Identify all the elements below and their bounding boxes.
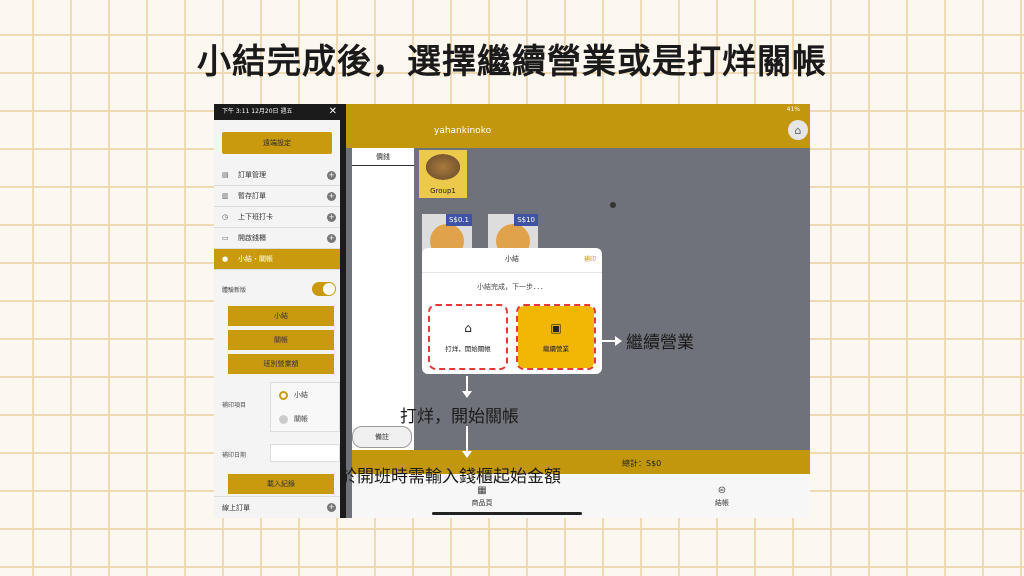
clock-icon: ◷ <box>222 213 229 221</box>
info-icon: ● <box>222 255 229 263</box>
reprint-date-row: 補印日期 <box>214 440 340 468</box>
total-label: 總計：S$0 <box>622 459 662 468</box>
annotation-cash-note: 於開班時需輸入錢櫃起始金額 <box>340 467 561 487</box>
remote-settings-button[interactable]: 遠端設定 <box>222 132 332 154</box>
battery-status: 41% <box>786 106 800 113</box>
reprint-link[interactable]: 補印 <box>584 254 596 263</box>
drawer-icon: ▭ <box>222 234 229 242</box>
menu-item-label: 暫存訂單 <box>238 192 266 200</box>
menu-item-label: 小結・關帳 <box>238 255 273 263</box>
annotation-continue: 繼續營業 <box>626 333 694 353</box>
menu-item-saved-orders[interactable]: ▥ 暫存訂單 + <box>214 186 340 207</box>
radio-label: 小結 <box>294 391 308 399</box>
load-records-button[interactable]: 載入紀錄 <box>228 474 334 494</box>
summary-button[interactable]: 小結 <box>228 306 334 326</box>
tab-label: 商品頁 <box>471 498 493 507</box>
app-title: yahankinoko <box>434 126 492 136</box>
new-version-toggle[interactable] <box>312 282 336 296</box>
new-version-row: 體驗新版 <box>214 276 340 302</box>
note-button[interactable]: 備註 <box>352 426 412 448</box>
drawer-status-bar: 下午 3:11 12月20日 週五 ✕ <box>214 104 340 120</box>
toggle-label: 體驗新版 <box>222 286 247 294</box>
tab-checkout[interactable]: ⊜ 結帳 <box>652 474 792 518</box>
menu-item-clock-in[interactable]: ◷ 上下班打卡 + <box>214 207 340 228</box>
drawer-menu: ▤ 訂單管理 + ▥ 暫存訂單 + ◷ 上下班打卡 + ▭ 開啟錢櫃 + ● 小 <box>214 165 340 270</box>
clipboard-icon: ▥ <box>222 192 229 200</box>
radio-close[interactable]: 關帳 <box>271 407 339 431</box>
group-tile[interactable]: Group1 <box>419 150 467 198</box>
modal-subtitle: 小結完成，下一步．．． <box>477 283 547 291</box>
arrow-down-icon <box>462 376 472 398</box>
menu-item-online-orders[interactable]: 線上訂單 + <box>214 496 340 518</box>
plus-icon[interactable]: + <box>327 233 336 243</box>
plus-icon[interactable]: + <box>327 170 336 180</box>
cursor-dot <box>610 202 616 208</box>
group-label: Group1 <box>430 187 456 195</box>
register-icon: ⊜ <box>717 484 727 496</box>
menu-item-summary[interactable]: ● 小結・關帳 <box>214 249 340 270</box>
arrow-down-icon <box>462 426 472 458</box>
menu-item-label: 線上訂單 <box>222 503 250 512</box>
radio-unselected-icon <box>279 414 288 424</box>
price-tag: S$10 <box>514 214 538 226</box>
ipad-screen: 41% yahankinoko ⌂ 價錢 備註 Group1 S$0.1 S$1… <box>214 104 810 518</box>
plus-icon[interactable]: + <box>327 212 336 222</box>
reprint-section: 補印項目 小結 關帳 <box>214 380 340 436</box>
annotation-close: 打烊，開始關帳 <box>400 407 519 427</box>
price-tag: S$0.1 <box>445 214 472 226</box>
inbox-icon: ▤ <box>222 171 229 179</box>
home-icon[interactable]: ⌂ <box>788 120 808 140</box>
tab-label: 結帳 <box>715 498 729 507</box>
modal-divider <box>422 272 602 273</box>
radio-selected-icon <box>279 390 288 400</box>
highlight-close-shift <box>428 304 508 370</box>
summary-modal: 小結 補印 小結完成，下一步．．． ⌂ 打烊，開始關帳 ▣ 繼續營業 <box>422 248 602 374</box>
menu-item-label: 訂單管理 <box>238 171 266 179</box>
burger-image <box>423 152 463 182</box>
date-label: 補印日期 <box>222 452 247 459</box>
menu-item-open-drawer[interactable]: ▭ 開啟錢櫃 + <box>214 228 340 249</box>
price-column-header: 價錢 <box>352 148 414 166</box>
date-input[interactable] <box>270 444 340 462</box>
slide-title: 小結完成後，選擇繼續營業或是打烊關帳 <box>197 42 827 82</box>
menu-item-label: 上下班打卡 <box>238 213 273 221</box>
close-icon[interactable]: ✕ <box>329 106 337 117</box>
plus-icon[interactable]: + <box>327 191 336 201</box>
reprint-options: 小結 關帳 <box>270 382 340 432</box>
highlight-continue <box>516 304 596 370</box>
status-time: 下午 3:11 12月20日 週五 <box>222 108 293 115</box>
close-account-button[interactable]: 關帳 <box>228 330 334 350</box>
radio-summary[interactable]: 小結 <box>271 383 339 407</box>
menu-item-orders[interactable]: ▤ 訂單管理 + <box>214 165 340 186</box>
reprint-label: 補印項目 <box>222 402 247 409</box>
modal-title: 小結 <box>505 255 519 263</box>
home-indicator <box>432 512 582 515</box>
menu-item-label: 開啟錢櫃 <box>238 234 266 242</box>
arrow-right-icon <box>600 336 622 346</box>
plus-icon[interactable]: + <box>327 503 336 512</box>
shift-revenue-button[interactable]: 班別營業額 <box>228 354 334 374</box>
radio-label: 關帳 <box>294 415 308 423</box>
side-drawer: 下午 3:11 12月20日 週五 ✕ 遠端設定 ▤ 訂單管理 + ▥ 暫存訂單… <box>214 104 346 518</box>
